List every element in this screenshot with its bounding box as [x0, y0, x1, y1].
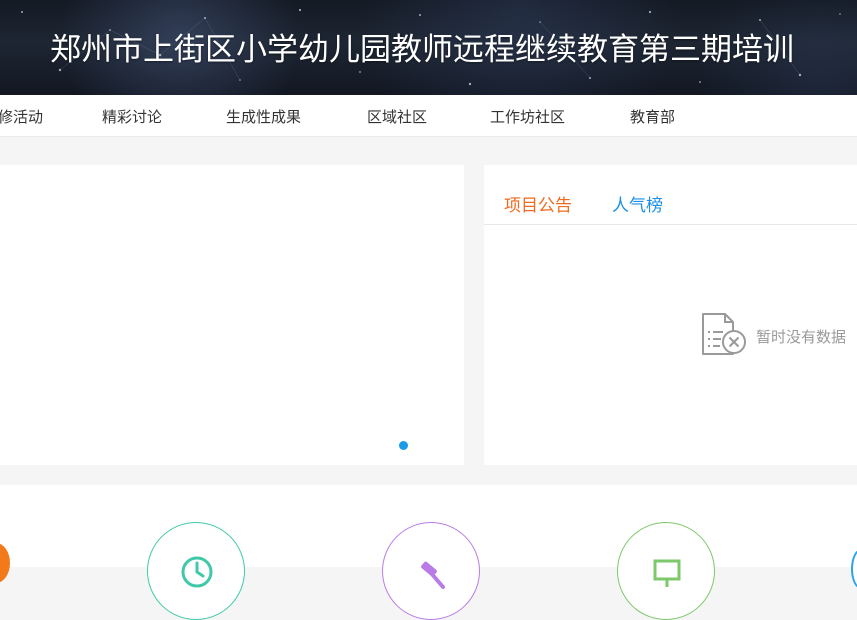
nav-item-regional-community[interactable]: 区域社区 [367, 106, 427, 127]
nav-item-outcomes[interactable]: 生成性成果 [226, 106, 301, 127]
carousel-dot[interactable] [399, 441, 408, 450]
board-icon [653, 559, 681, 587]
orange-circle-partial[interactable] [0, 543, 10, 583]
quick-link-board[interactable] [617, 522, 715, 620]
header-banner: 郑州市上街区小学幼儿园教师远程继续教育第三期培训 [0, 0, 857, 95]
tab-announcements[interactable]: 项目公告 [504, 191, 572, 216]
nav-item-discussions[interactable]: 精彩讨论 [102, 106, 162, 127]
quick-link-clock[interactable] [147, 522, 245, 620]
image-carousel [0, 165, 464, 465]
nav-item-workshop-community[interactable]: 工作坊社区 [490, 106, 565, 127]
nav-item-ministry[interactable]: 教育部 [630, 106, 675, 127]
nav-item-activities[interactable]: 修活动 [0, 106, 43, 127]
tab-popularity[interactable]: 人气榜 [612, 191, 663, 216]
quick-links-section [0, 485, 857, 620]
page-title: 郑州市上街区小学幼儿园教师远程继续教育第三期培训 [50, 32, 794, 68]
empty-document-icon [702, 313, 746, 355]
clock-icon [181, 556, 213, 588]
quick-link-hammer[interactable] [382, 522, 480, 620]
notice-tabs: 项目公告 人气榜 [484, 165, 857, 225]
notice-panel: 项目公告 人气榜 暂时没有数据 [484, 165, 857, 465]
blue-circle-partial[interactable] [851, 549, 857, 589]
main-nav: 修活动 精彩讨论 生成性成果 区域社区 工作坊社区 教育部 [0, 95, 857, 137]
empty-state-text: 暂时没有数据 [756, 328, 847, 346]
hammer-icon [421, 561, 445, 589]
